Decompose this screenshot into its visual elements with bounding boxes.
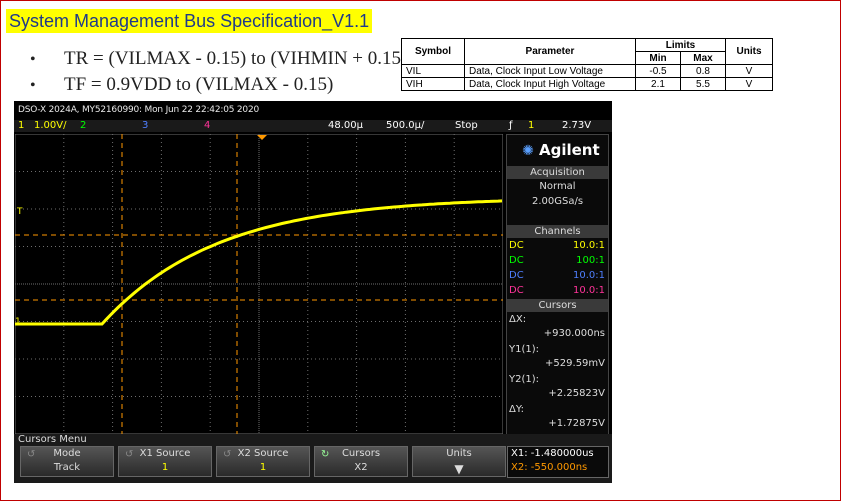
cell-parameter: Data, Clock Input High Voltage (464, 77, 636, 91)
mode-softkey[interactable]: ↺ Mode Track (20, 446, 114, 477)
y1-label: Y1(1): (509, 344, 540, 355)
trigger-level-marker: T (16, 207, 23, 217)
scope-header: DSO-X 2024A, MY52160990: Mon Jun 22 22:4… (18, 105, 260, 115)
down-arrow-icon: ▼ (454, 462, 464, 476)
trigger-channel: 1 (528, 120, 535, 131)
header-parameter: Parameter (464, 38, 636, 65)
table-row: VIL Data, Clock Input Low Voltage -0.5 0… (401, 64, 773, 78)
time-scale: 500.0µ/ (386, 120, 425, 131)
cursors-softkey[interactable]: ↻ Cursors X2 (314, 446, 408, 477)
ch4-probe: 10.0:1 (573, 285, 605, 296)
table-row: VIH Data, Clock Input High Voltage 2.1 5… (401, 77, 773, 91)
softkey-label: X1 Source (139, 448, 191, 459)
delta-y-value: +1.72875V (548, 418, 605, 429)
cell-max: 5.5 (680, 77, 726, 91)
cell-min: 2.1 (635, 77, 681, 91)
ch3-coupling: DC (509, 270, 524, 281)
cell-max: 0.8 (680, 64, 726, 78)
y2-value: +2.25823V (548, 388, 605, 399)
sample-rate: 2.00GSa/s (531, 196, 584, 207)
scope-status-bar: 1 1.00V/ 2 3 4 48.00µ 500.0µ/ Stop ƒ 1 2… (14, 120, 612, 132)
softkey-label: X2 Source (237, 448, 289, 459)
softkey-label: Cursors (341, 448, 381, 459)
ch1-coupling: DC (509, 240, 524, 251)
cursor-readout: X1: -1.480000us X2: -550.000ns (507, 446, 609, 478)
x1-source-softkey[interactable]: ↺ X1 Source 1 (118, 446, 212, 477)
slide-title: System Management Bus Specification_V1.1 (6, 9, 373, 33)
cell-symbol: VIL (401, 64, 465, 78)
bullet-marker: • (30, 51, 36, 68)
waveform-display: T 1 (15, 134, 503, 434)
spec-table: Symbol Parameter Limits Units Min Max VI… (401, 38, 773, 91)
cell-min: -0.5 (635, 64, 681, 78)
graticule-grid (15, 134, 503, 434)
ch2-coupling: DC (509, 255, 524, 266)
run-state: Stop (455, 120, 478, 131)
ch2-probe: 100:1 (576, 255, 605, 266)
delta-y-label: ΔY: (509, 404, 524, 415)
bullet-text: TR = (VILMAX - 0.15) to (VIHMIN + 0.15) (64, 48, 408, 69)
table-clip (401, 97, 772, 101)
softkey-value: 1 (259, 462, 267, 473)
cell-parameter: Data, Clock Input Low Voltage (464, 64, 636, 78)
delta-x-label: ΔX: (509, 314, 527, 325)
ch1-scale: 1.00V/ (34, 120, 67, 131)
cell-symbol: VIH (401, 77, 465, 91)
acquisition-header: Acquisition (507, 166, 608, 179)
cursors-header: Cursors (507, 299, 608, 312)
bullet-list: • TR = (VILMAX - 0.15) to (VIHMIN + 0.15)… (30, 46, 407, 98)
oscilloscope-screenshot: DSO-X 2024A, MY52160990: Mon Jun 22 22:4… (14, 101, 612, 483)
cursors-menu: Cursors Menu ↺ Mode Track ↺ X1 Source 1 … (14, 434, 612, 483)
y1-value: +529.59mV (545, 358, 605, 369)
channels-header: Channels (507, 225, 608, 238)
trigger-position-marker (257, 135, 267, 140)
brand-name: Agilent (539, 141, 600, 159)
header-max: Max (680, 51, 726, 65)
softkey-value: X2 (354, 462, 368, 473)
ch3-probe: 10.0:1 (573, 270, 605, 281)
header-limits: Limits (635, 38, 726, 52)
softkey-value: 1 (161, 462, 169, 473)
trigger-level: 2.73V (562, 120, 592, 131)
header-symbol: Symbol (401, 38, 465, 65)
menu-title: Cursors Menu (18, 434, 87, 445)
bullet-text: TF = 0.9VDD to (VILMAX - 0.15) (64, 74, 334, 95)
units-softkey[interactable]: Units ▼ (412, 446, 506, 477)
ch3-indicator[interactable]: 3 (142, 120, 148, 132)
cell-units: V (725, 64, 773, 78)
softkey-label: Units (446, 448, 472, 459)
ch2-indicator[interactable]: 2 (80, 120, 86, 132)
y2-label: Y2(1): (509, 374, 540, 385)
header-min: Min (635, 51, 681, 65)
bullet-marker: • (30, 77, 36, 94)
header-units: Units (725, 38, 773, 65)
brand-logo: ✺ Agilent (507, 135, 608, 165)
x2-source-softkey[interactable]: ↺ X2 Source 1 (216, 446, 310, 477)
ch4-coupling: DC (509, 285, 524, 296)
bullet-fall-time: • TF = 0.9VDD to (VILMAX - 0.15) (30, 72, 407, 98)
cell-units: V (725, 77, 773, 91)
agilent-star-icon: ✺ (522, 143, 534, 159)
ch4-indicator[interactable]: 4 (204, 120, 210, 132)
softkey-value: Track (53, 462, 81, 473)
x2-readout: X2: -550.000ns (511, 462, 588, 473)
trigger-icon: ƒ (509, 120, 513, 131)
softkey-label: Mode (53, 448, 81, 459)
ch1-probe: 10.0:1 (573, 240, 605, 251)
delta-x-value: +930.000ns (543, 328, 605, 339)
bullet-rise-time: • TR = (VILMAX - 0.15) to (VIHMIN + 0.15) (30, 46, 407, 72)
time-delay: 48.00µ (328, 120, 363, 131)
scope-side-panel: ✺ Agilent Acquisition Normal 2.00GSa/s Ch… (506, 134, 609, 435)
acquisition-mode: Normal (539, 181, 576, 192)
ch1-indicator[interactable]: 1 (18, 120, 24, 132)
x1-readout: X1: -1.480000us (511, 448, 594, 459)
